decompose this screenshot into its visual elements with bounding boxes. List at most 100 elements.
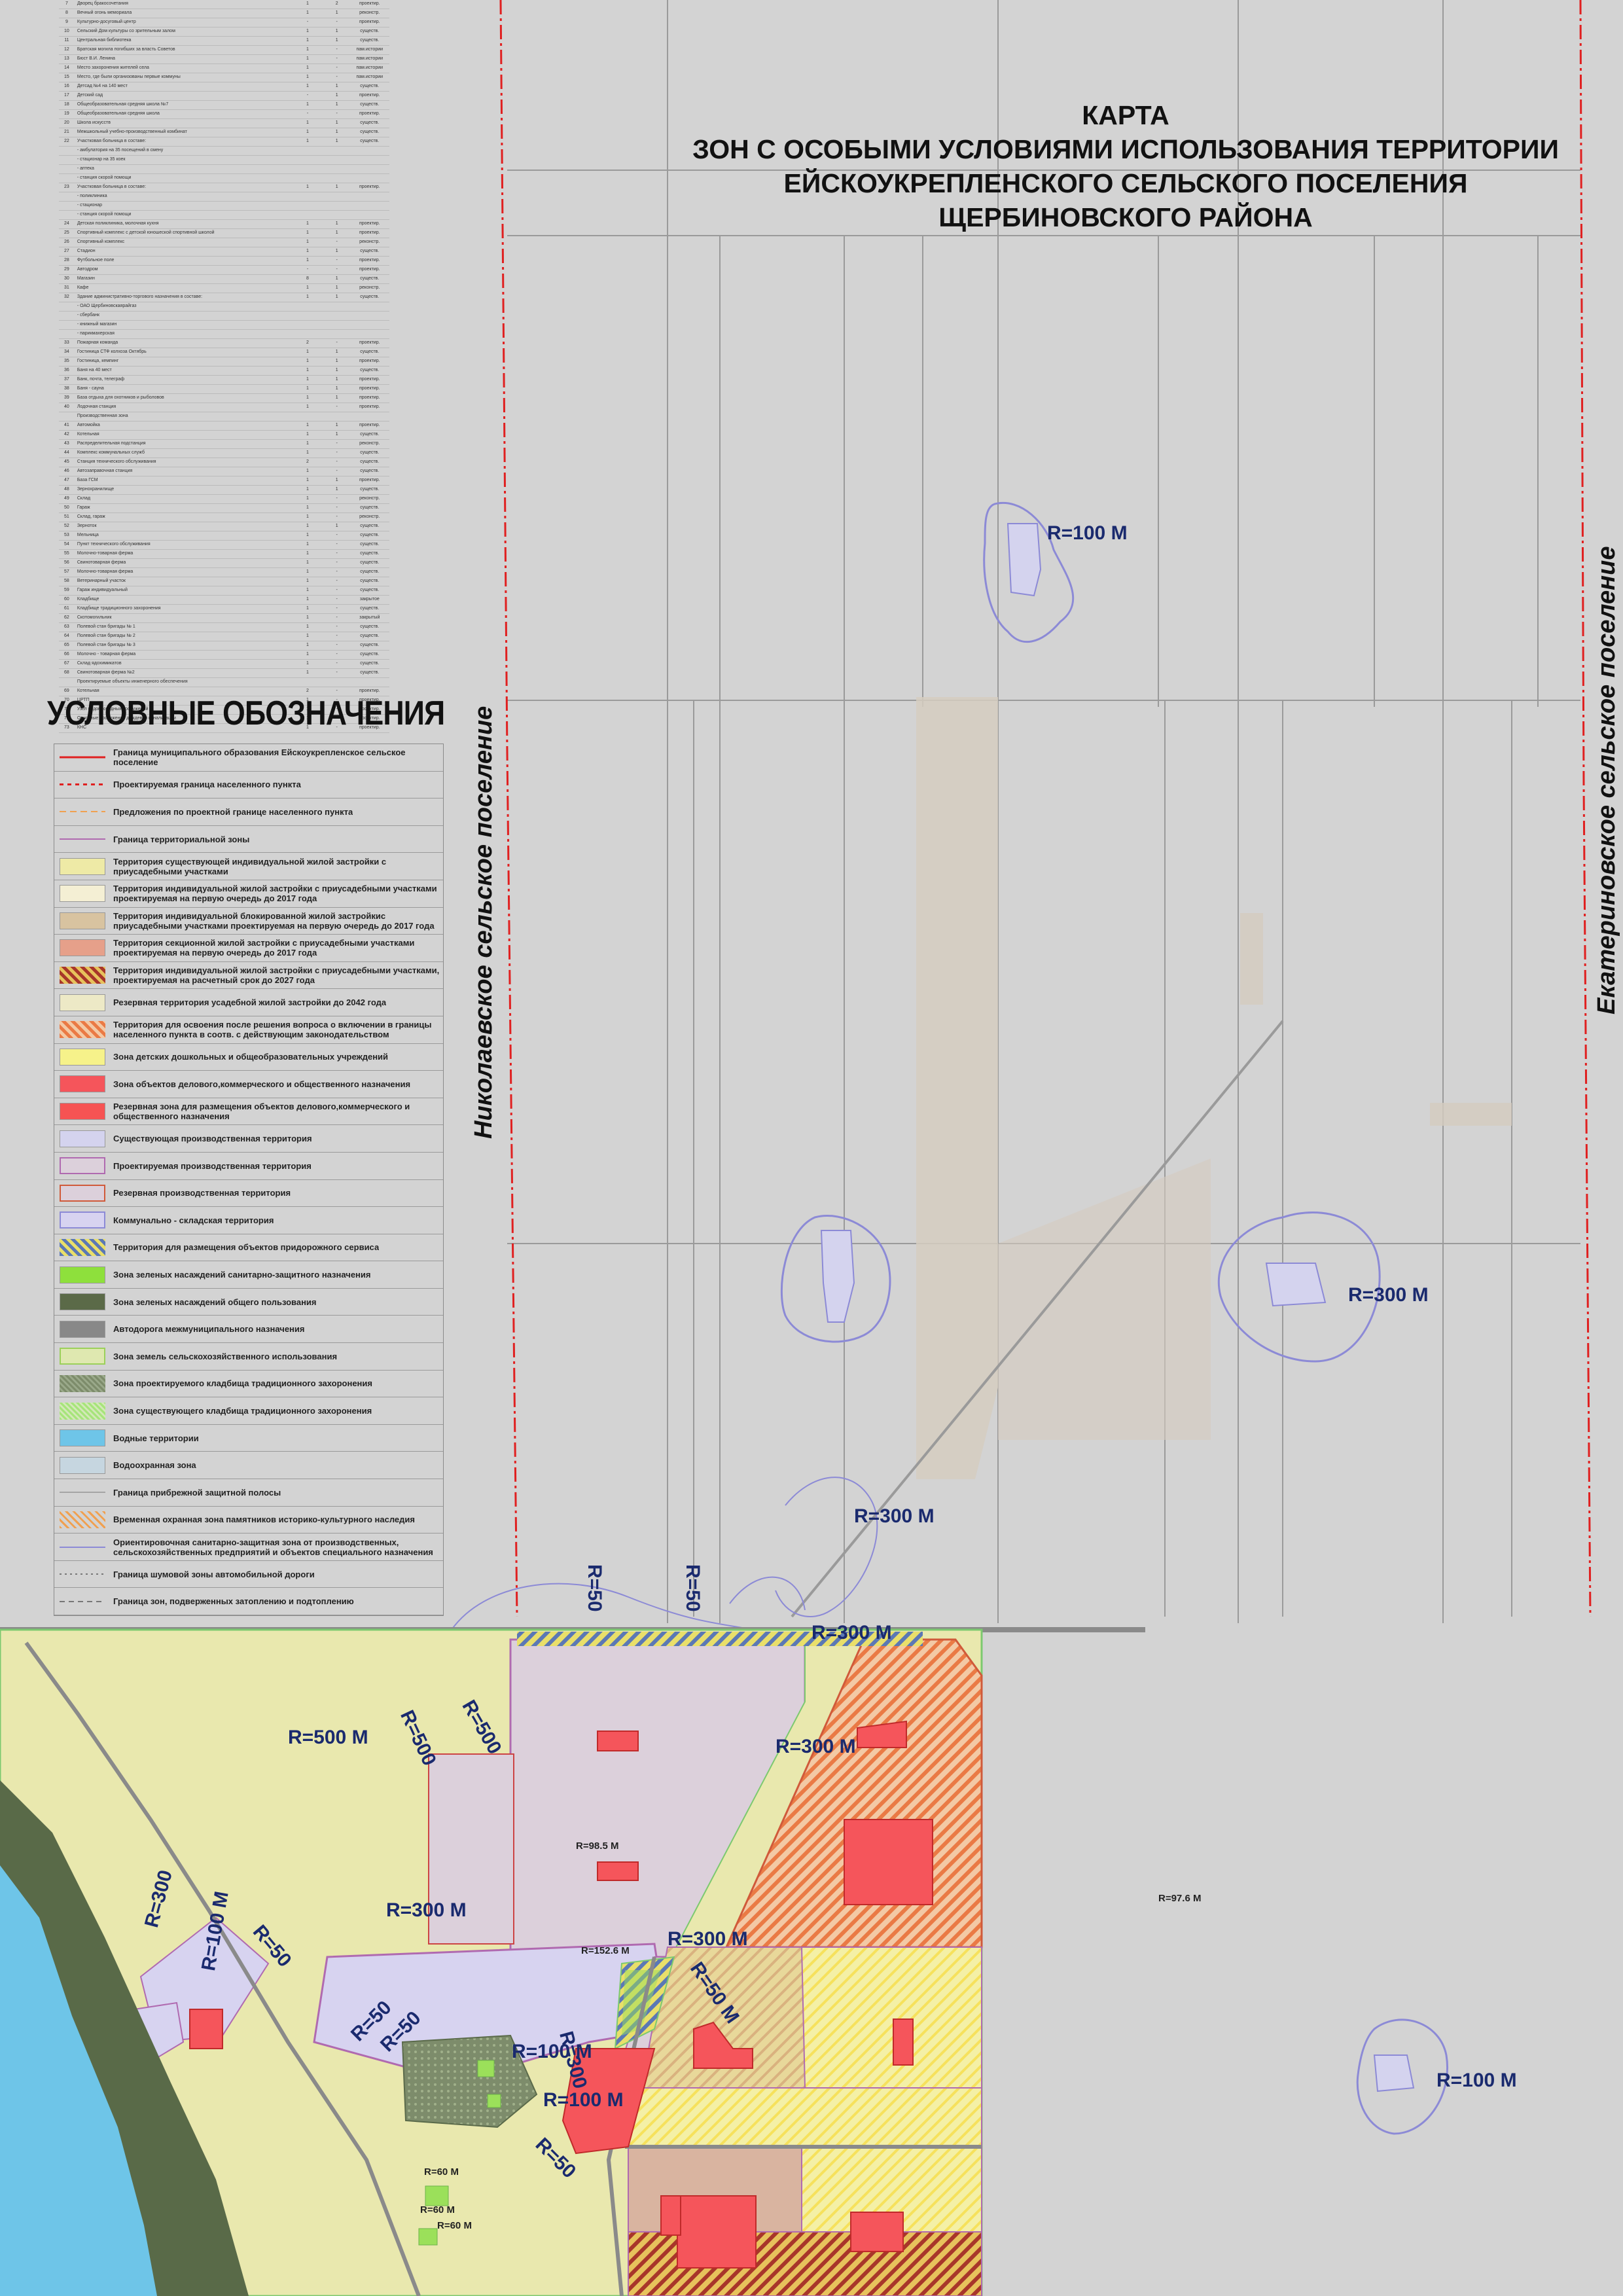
legend-item-label: Ориентировочная санитарно-защитная зона …: [113, 1537, 433, 1557]
map-title-line-1: КАРТА: [1082, 100, 1169, 130]
legend: Граница муниципального образования Ейско…: [54, 744, 444, 1616]
legend-symbol: [60, 1184, 105, 1202]
legend-item-label: Территория для размещения объектов придо…: [113, 1242, 380, 1253]
legend-symbol: [60, 1130, 105, 1147]
legend-symbol: [60, 1075, 105, 1093]
radius-label: R=300 M: [668, 1928, 748, 1950]
radius-label: R=300 M: [386, 1899, 467, 1921]
legend-item: Водные территории: [54, 1425, 443, 1452]
legend-symbol: [60, 803, 105, 821]
legend-symbol: [60, 857, 105, 875]
legend-symbol: [60, 1374, 105, 1392]
radius-small-label: R=97.6 M: [1158, 1893, 1202, 1904]
map-title: КАРТА ЗОН С ОСОБЫМИ УСЛОВИЯМИ ИСПОЛЬЗОВА…: [563, 98, 1623, 234]
radius-label: R=50: [682, 1564, 704, 1612]
legend-item-label: Территория индивидуальной жилой застройк…: [113, 965, 440, 986]
legend-item-label: Граница зон, подверженных затоплению и п…: [113, 1596, 354, 1607]
legend-item-label: Предложения по проектной границе населен…: [113, 806, 353, 817]
legend-item-label: Граница прибрежной защитной полосы: [113, 1487, 281, 1498]
legend-item-label: Резервная территория усадебной жилой зас…: [113, 997, 387, 1008]
legend-item-label: Проектируемая граница населенного пункта: [113, 780, 301, 790]
legend-item-label: Временная охранная зона памятников истор…: [113, 1515, 415, 1525]
legend-item: Территория индивидуальной жилой застройк…: [54, 962, 443, 990]
right-settlement-label: Екатериновское сельское поселение: [1593, 546, 1620, 1014]
legend-item: Зона существующего кладбища традиционног…: [54, 1397, 443, 1425]
legend-item: Резервная территория усадебной жилой зас…: [54, 989, 443, 1016]
boundary-right: [1579, 0, 1592, 1617]
legend-symbol: [60, 1484, 105, 1501]
legend-symbol: [60, 885, 105, 903]
legend-symbol: [60, 1320, 105, 1338]
legend-item-label: Зона объектов делового,коммерческого и о…: [113, 1079, 411, 1089]
legend-item-label: Граница муниципального образования Ейско…: [113, 747, 406, 768]
legend-item-label: Зона проектируемого кладбища традиционно…: [113, 1378, 372, 1389]
legend-item: Существующая производственная территория: [54, 1125, 443, 1153]
legend-symbol: [60, 994, 105, 1011]
legend-item: Водоохранная зона: [54, 1452, 443, 1480]
legend-symbol: [60, 1211, 105, 1229]
legend-item: Коммунально - складская территория: [54, 1207, 443, 1234]
legend-item: Проектируемая граница населенного пункта: [54, 772, 443, 799]
legend-item: Граница прибрежной защитной полосы: [54, 1479, 443, 1507]
legend-item: Резервная производственная территория: [54, 1180, 443, 1208]
boundary-left: [499, 0, 518, 1617]
legend-item: Территория для размещения объектов придо…: [54, 1234, 443, 1262]
legend-symbol: [60, 1566, 105, 1583]
radius-label: R=100 M: [1436, 2070, 1517, 2091]
legend-item-label: Территория существующей индивидуальной ж…: [113, 856, 387, 876]
legend-item-label: Автодорога межмуниципального назначения: [113, 1324, 305, 1335]
map-title-line-3: ЕЙСКОУКРЕПЛЕНСКОГО СЕЛЬСКОГО ПОСЕЛЕНИЯ: [783, 168, 1468, 198]
legend-item: Зона проектируемого кладбища традиционно…: [54, 1371, 443, 1398]
legend-item-label: Зона зеленых насаждений санитарно-защитн…: [113, 1270, 371, 1280]
legend-item: Предложения по проектной границе населен…: [54, 798, 443, 826]
legend-symbol: [60, 1538, 105, 1556]
legend-symbol: [60, 831, 105, 848]
radius-small-label: R=60 M: [437, 2220, 472, 2231]
legend-symbol: [60, 1103, 105, 1121]
legend-symbol: [60, 1293, 105, 1311]
legend-item: Территория для освоения после решения во…: [54, 1016, 443, 1044]
legend-symbol: [60, 776, 105, 793]
legend-symbol: [60, 1048, 105, 1066]
map-title-line-2: ЗОН С ОСОБЫМИ УСЛОВИЯМИ ИСПОЛЬЗОВАНИЯ ТЕ…: [692, 134, 1559, 164]
tan-patch-2: [1240, 913, 1263, 1005]
radius-small-label: R=60 M: [424, 2166, 459, 2178]
legend-symbol: [60, 967, 105, 984]
legend-symbol: [60, 1429, 105, 1447]
radius-small-label: R=60 M: [420, 2204, 455, 2215]
legend-symbol: [60, 1238, 105, 1256]
legend-item: Территория индивидуальной жилой застройк…: [54, 880, 443, 908]
radius-label: R=300 M: [1348, 1284, 1429, 1306]
legend-item: Проектируемая производственная территори…: [54, 1153, 443, 1180]
legend-symbol: [60, 1157, 105, 1175]
legend-item-label: Граница территориальной зоны: [113, 834, 250, 844]
legend-item: Резервная зона для размещения объектов д…: [54, 1098, 443, 1126]
legend-symbol: [60, 1348, 105, 1365]
legend-item-label: Граница шумовой зоны автомобильной дорог…: [113, 1569, 315, 1579]
legend-item: Территория существующей индивидуальной ж…: [54, 853, 443, 880]
legend-item-label: Зона существующего кладбища традиционног…: [113, 1406, 372, 1416]
legend-symbol: [60, 939, 105, 957]
legend-item: Зона земель сельскохозяйственного исполь…: [54, 1343, 443, 1371]
legend-item-label: Зона зеленых насаждений общего пользован…: [113, 1297, 317, 1307]
legend-item: Граница муниципального образования Ейско…: [54, 744, 443, 772]
legend-item-label: Водоохранная зона: [113, 1460, 196, 1471]
legend-item: Граница зон, подверженных затоплению и п…: [54, 1588, 443, 1615]
legend-item: Территория секционной жилой застройки с …: [54, 935, 443, 962]
legend-item: Территория индивидуальной блокированной …: [54, 908, 443, 935]
legend-item-label: Существующая производственная территория: [113, 1134, 312, 1144]
legend-item-label: Резервная зона для размещения объектов д…: [113, 1102, 410, 1122]
radius-label: R=100 M: [1047, 522, 1128, 544]
legend-item: Автодорога межмуниципального назначения: [54, 1316, 443, 1344]
legend-item: Зона зеленых насаждений общего пользован…: [54, 1289, 443, 1316]
legend-item: Зона детских дошкольных и общеобразовате…: [54, 1044, 443, 1071]
legend-symbol: [60, 1511, 105, 1528]
legend-item: Зона объектов делового,коммерческого и о…: [54, 1071, 443, 1098]
legend-item: Граница территориальной зоны: [54, 826, 443, 853]
legend-item: Ориентировочная санитарно-защитная зона …: [54, 1534, 443, 1561]
radius-label: R=300 M: [812, 1622, 892, 1643]
radius-small-label: R=98.5 M: [576, 1840, 619, 1852]
radius-small-label: R=152.6 M: [581, 1945, 630, 1956]
legend-symbol: [60, 1021, 105, 1039]
radius-label: R=300 M: [854, 1505, 935, 1527]
